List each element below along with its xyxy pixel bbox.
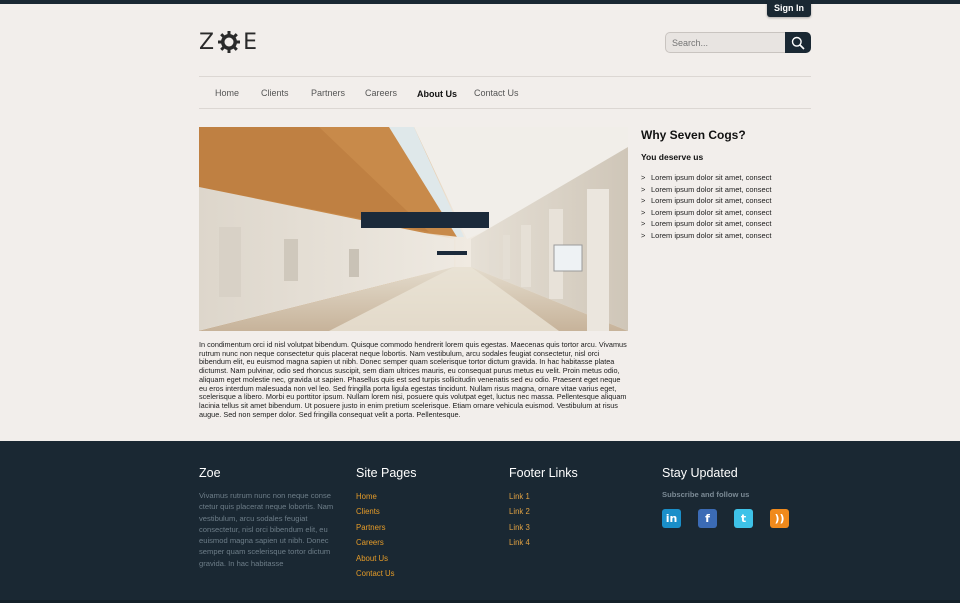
list-item-label: Lorem ipsum dolor sit amet, consect (651, 173, 772, 182)
aside-list: > Lorem ipsum dolor sit amet, consect > Lo… (641, 172, 771, 242)
footer-stay-updated: Stay Updated Subscribe and follow us in … (662, 466, 789, 528)
nav-item-home[interactable]: Home (215, 88, 239, 98)
footer-link-contact-us[interactable]: Contact Us (356, 567, 416, 582)
list-item: > Lorem ipsum dolor sit amet, consect (641, 230, 771, 242)
list-item-label: Lorem ipsum dolor sit amet, consect (651, 230, 772, 240)
main-nav: Home Clients Partners Careers About Us C… (199, 76, 811, 109)
footer-link-clients[interactable]: Clients (356, 505, 416, 520)
nav-item-clients[interactable]: Clients (261, 88, 289, 98)
footer-link-3[interactable]: Link 3 (509, 521, 578, 536)
list-item-label: Lorem ipsum dolor sit amet, consect (651, 196, 772, 206)
footer-links: Footer Links Link 1 Link 2 Link 3 Link 4 (509, 466, 578, 552)
search-box (665, 32, 811, 53)
aside-subtitle: You deserve us (641, 152, 704, 162)
main-body-text: In condimentum orci id nisl volutpat bib… (199, 340, 627, 419)
list-item-label: Lorem ipsum dolor sit amet, consect (651, 207, 772, 217)
list-item-label: Lorem ipsum dolor sit amet, consect (651, 184, 772, 194)
footer-link-1[interactable]: Link 1 (509, 490, 578, 505)
cog-icon (218, 31, 241, 53)
hero-image (199, 127, 628, 331)
search-icon (791, 36, 805, 50)
footer-link-home[interactable]: Home (356, 490, 416, 505)
list-item: > Lorem ipsum dolor sit amet, consect (641, 195, 771, 207)
list-item: > Lorem ipsum dolor sit amet, consect (641, 218, 771, 230)
facebook-icon[interactable]: f (698, 509, 717, 528)
list-item-label: Lorem ipsum dolor sit amet, consect (651, 219, 772, 229)
footer-stay-title: Stay Updated (662, 466, 738, 480)
footer-link-partners[interactable]: Partners (356, 521, 416, 536)
linkedin-icon[interactable]: in (662, 509, 681, 528)
footer: Zoe Vivamus rutrum nunc non neque conse … (0, 441, 960, 603)
logo-letter-z: Z (199, 29, 216, 55)
logo-letter-e: E (243, 29, 258, 55)
footer-link-4[interactable]: Link 4 (509, 536, 578, 551)
sign-in-button[interactable]: Sign In (767, 0, 811, 17)
bullet-arrow: > (641, 196, 646, 206)
footer-links-title: Footer Links (509, 466, 578, 480)
footer-link-2[interactable]: Link 2 (509, 505, 578, 520)
logo[interactable]: Z E (199, 29, 258, 55)
nav-item-about-us[interactable]: About Us (417, 89, 457, 99)
bullet-arrow: > (641, 219, 646, 229)
nav-item-contact-us[interactable]: Contact Us (474, 88, 519, 98)
footer-about: Zoe Vivamus rutrum nunc non neque conse … (199, 466, 337, 569)
list-item: > Lorem ipsum dolor sit amet, consect (641, 207, 771, 219)
rss-icon[interactable]: )) (770, 509, 789, 528)
nav-item-partners[interactable]: Partners (311, 88, 345, 98)
bullet-arrow: > (641, 230, 646, 240)
social-icons: in f t )) (662, 509, 789, 528)
list-item: > Lorem ipsum dolor sit amet, consect (641, 172, 771, 184)
footer-about-title: Zoe (199, 466, 221, 480)
bullet-arrow: > (641, 184, 646, 194)
search-input[interactable] (665, 32, 785, 53)
footer-stay-subtitle: Subscribe and follow us (662, 490, 750, 499)
twitter-icon[interactable]: t (734, 509, 753, 528)
bullet-arrow: > (641, 173, 646, 182)
list-item: > Lorem ipsum dolor sit amet, consect (641, 184, 771, 196)
nav-item-careers[interactable]: Careers (365, 88, 397, 98)
aside-title: Why Seven Cogs? (641, 128, 746, 142)
footer-about-text: Vivamus rutrum nunc non neque conse ctet… (199, 491, 334, 568)
footer-link-about-us[interactable]: About Us (356, 552, 416, 567)
footer-site-pages-title: Site Pages (356, 466, 417, 480)
top-bar (0, 0, 960, 4)
bullet-arrow: > (641, 207, 646, 217)
footer-site-pages: Site Pages Home Clients Partners Careers… (356, 466, 416, 582)
footer-link-careers[interactable]: Careers (356, 536, 416, 551)
airport-concourse-image (199, 127, 628, 331)
search-button[interactable] (785, 32, 811, 53)
